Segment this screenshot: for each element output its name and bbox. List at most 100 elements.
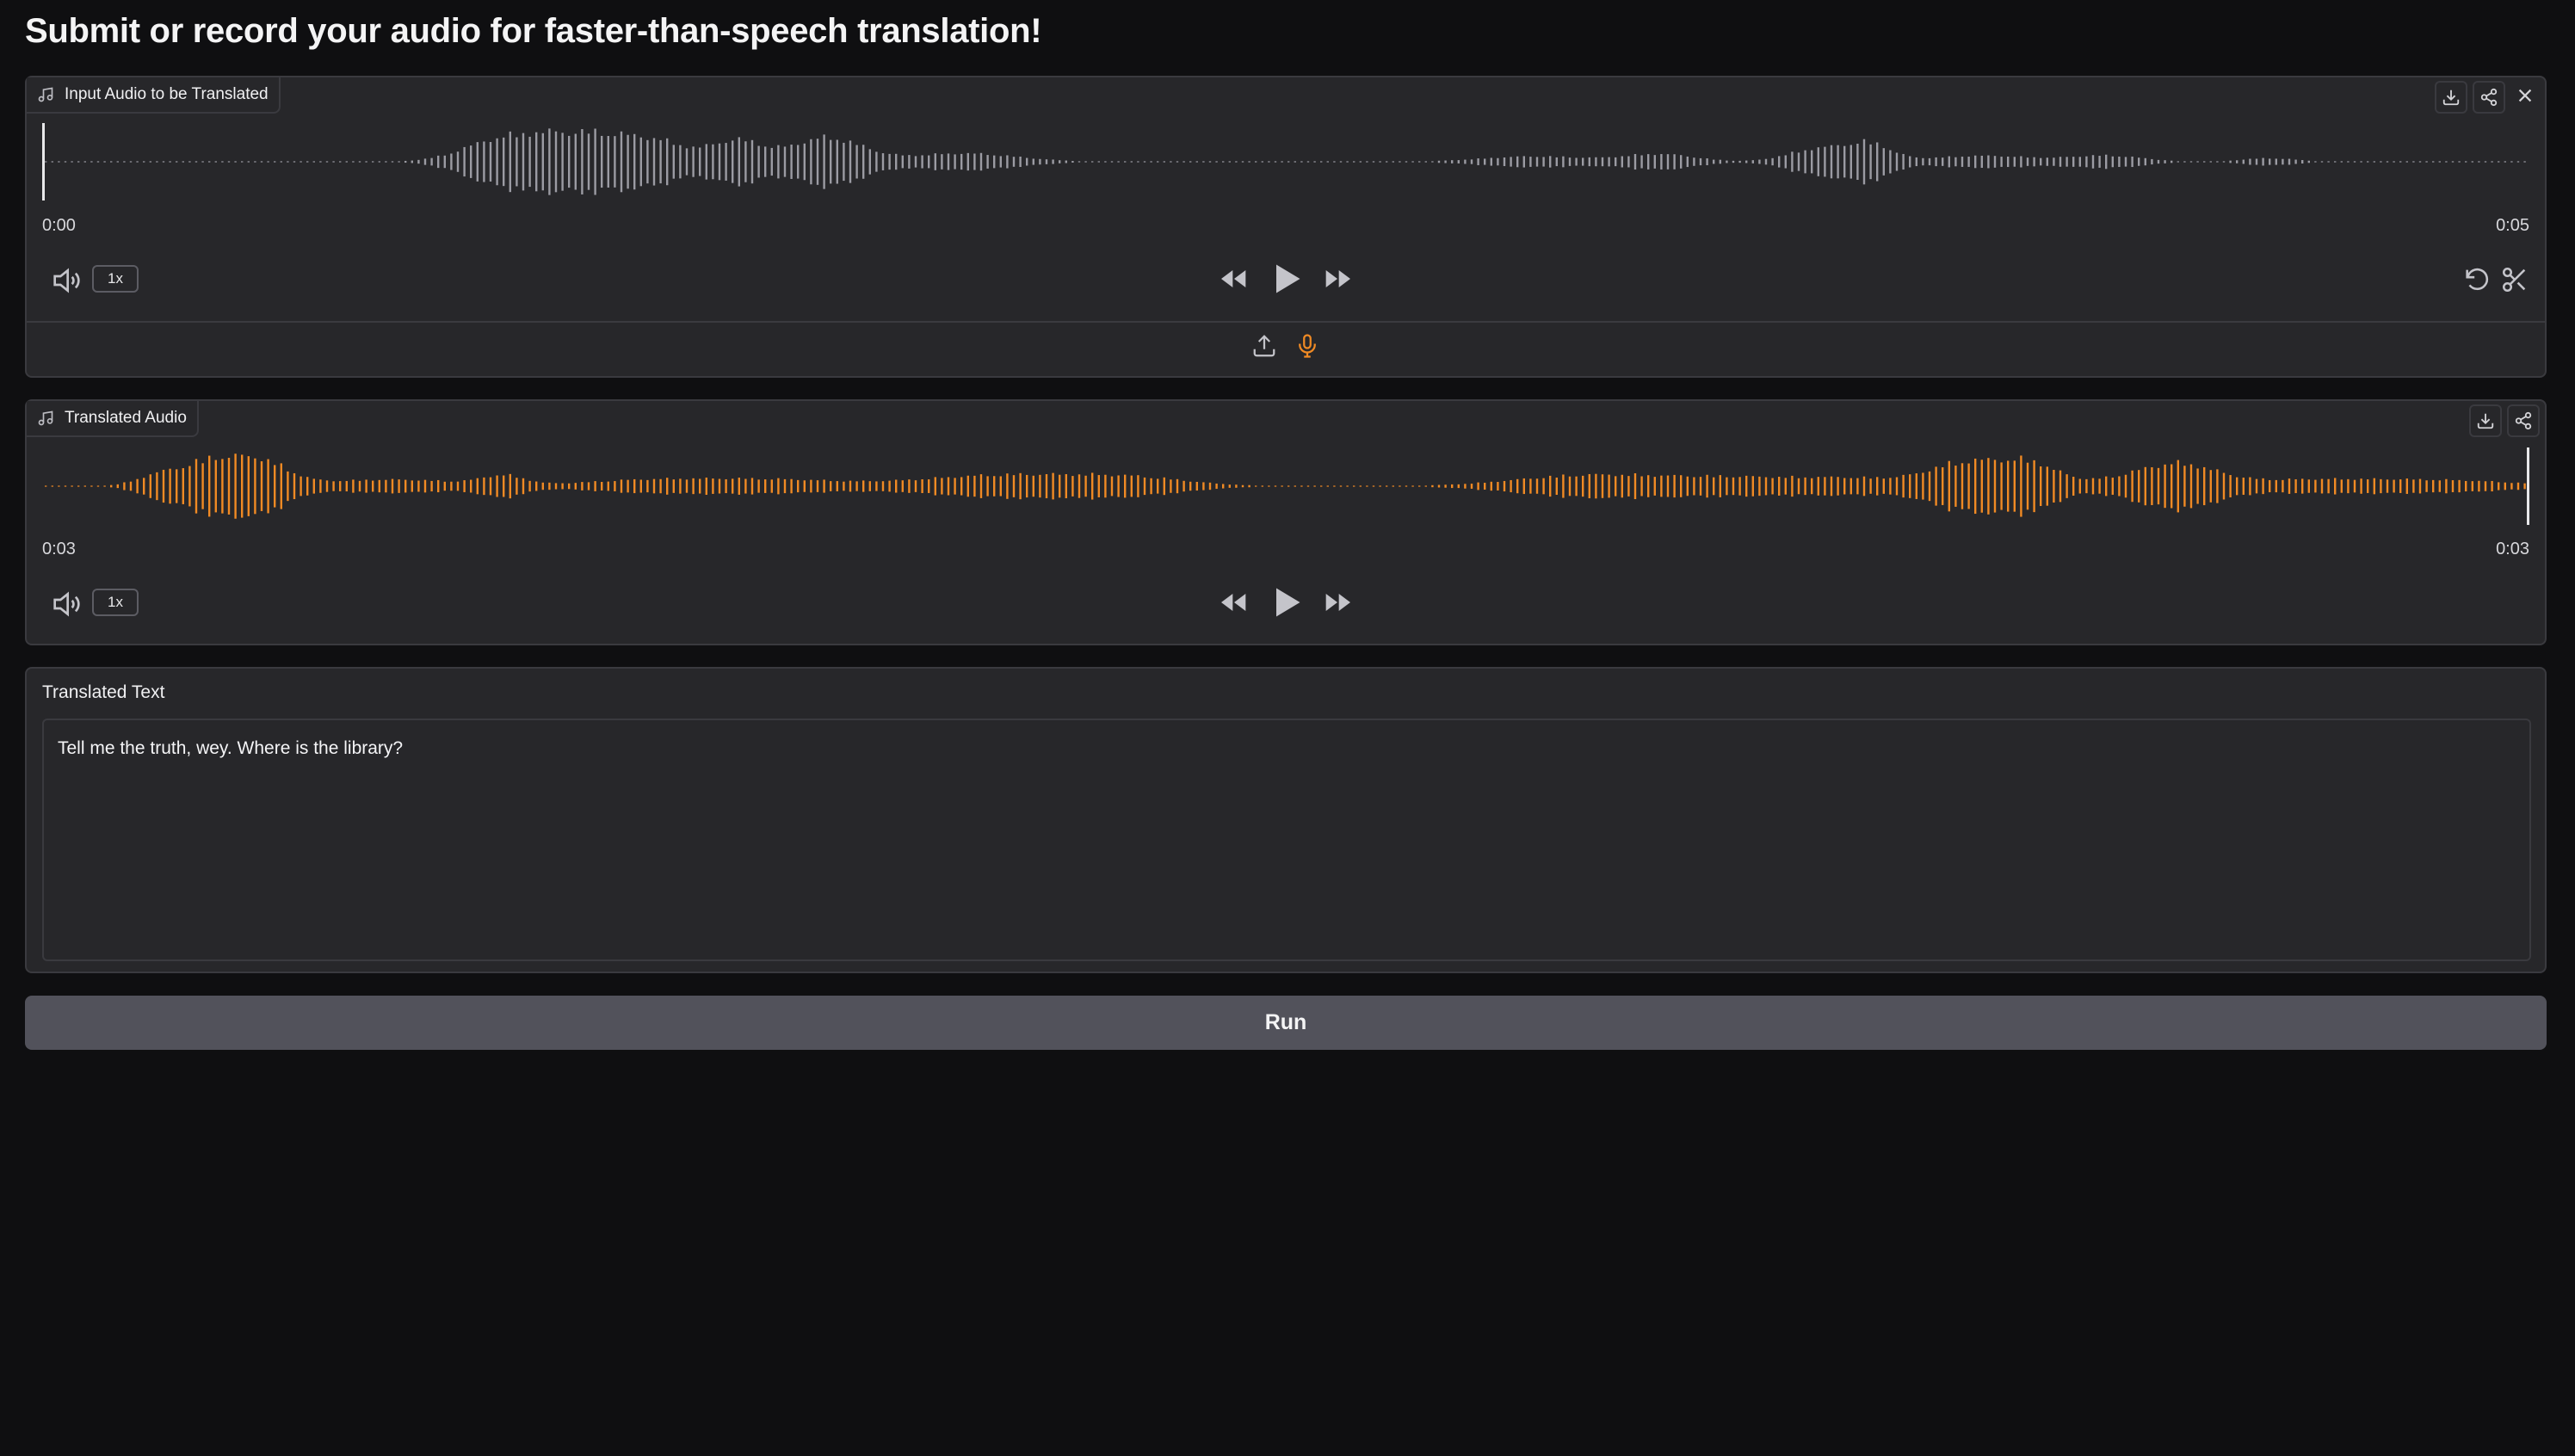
- share-button[interactable]: [2473, 81, 2505, 114]
- waveform-bar: [1653, 477, 1656, 496]
- waveform-bar: [1922, 157, 1924, 166]
- waveform-bar: [993, 155, 996, 169]
- share-button[interactable]: [2507, 404, 2540, 437]
- waveform-bar: [1306, 485, 1310, 487]
- input-audio-panel: Input Audio to be Translated 0:00 0:05 1…: [25, 76, 2547, 378]
- playback-rate-button[interactable]: 1x: [92, 265, 139, 293]
- waveform-bar: [849, 140, 852, 183]
- waveform-bar: [2353, 161, 2356, 163]
- upload-icon[interactable]: [1251, 333, 1277, 359]
- translated-waveform[interactable]: [42, 447, 2529, 525]
- waveform-bar: [1928, 157, 1931, 166]
- waveform-bar: [254, 458, 256, 515]
- waveform-bar: [2105, 476, 2108, 497]
- waveform-bar: [2203, 466, 2206, 506]
- volume-icon[interactable]: [49, 263, 83, 298]
- waveform-bar: [777, 145, 780, 179]
- waveform-bar: [247, 456, 250, 516]
- waveform-bar: [1942, 157, 1944, 166]
- waveform-bar: [463, 480, 466, 492]
- waveform-bar: [744, 478, 747, 494]
- rewind-icon[interactable]: [1217, 585, 1251, 620]
- waveform-bar: [1529, 478, 1532, 494]
- waveform-bar: [764, 146, 767, 177]
- waveform-bar: [548, 128, 551, 195]
- rewind-icon[interactable]: [1217, 262, 1251, 296]
- waveform-bar: [2320, 478, 2324, 494]
- scissors-icon[interactable]: [2500, 265, 2529, 294]
- waveform-bar: [1535, 157, 1539, 167]
- waveform-bar: [332, 161, 335, 163]
- waveform-bar: [260, 461, 263, 511]
- waveform-bar: [1195, 481, 1198, 491]
- waveform-bar: [1039, 158, 1041, 165]
- waveform-bar: [1640, 155, 1643, 169]
- waveform-bar: [966, 152, 969, 171]
- waveform-bar: [2393, 161, 2395, 163]
- waveform-bar: [1627, 476, 1630, 497]
- waveform-bar: [1411, 161, 1414, 163]
- waveform-bar: [83, 161, 86, 163]
- waveform-bar: [1784, 478, 1787, 495]
- waveform-bar: [979, 152, 983, 171]
- waveform-bar: [1320, 161, 1323, 163]
- clear-audio-button[interactable]: [2510, 81, 2540, 110]
- playhead-cursor[interactable]: [2527, 447, 2529, 525]
- play-icon[interactable]: [1267, 260, 1305, 298]
- waveform-bar: [1660, 154, 1663, 170]
- waveform-bar: [672, 479, 675, 493]
- waveform-bar: [2307, 479, 2310, 493]
- waveform-bar: [1993, 156, 1997, 168]
- fast-forward-icon[interactable]: [1320, 585, 1355, 620]
- waveform-bar: [1399, 161, 1401, 163]
- waveform-bar: [1215, 161, 1218, 163]
- waveform-bar: [319, 479, 322, 493]
- waveform-bar: [2164, 464, 2166, 509]
- volume-icon[interactable]: [49, 587, 83, 621]
- undo-icon[interactable]: [2462, 265, 2492, 294]
- input-waveform[interactable]: [42, 123, 2529, 201]
- waveform-bar: [267, 161, 269, 163]
- waveform-bar: [129, 481, 133, 491]
- waveform-bar: [489, 477, 492, 496]
- waveform-bar: [385, 479, 387, 493]
- playback-rate-button[interactable]: 1x: [92, 589, 139, 616]
- download-button[interactable]: [2469, 404, 2502, 437]
- playhead-cursor[interactable]: [42, 123, 45, 201]
- waveform-bar: [2412, 479, 2415, 493]
- waveform-bar: [908, 479, 911, 493]
- waveform-bar: [2504, 482, 2506, 490]
- waveform-bar: [182, 161, 184, 163]
- waveform-bar: [1522, 156, 1525, 168]
- waveform-bar: [1268, 161, 1270, 163]
- run-button[interactable]: Run: [25, 996, 2547, 1050]
- waveform-bar: [1942, 467, 1944, 505]
- waveform-bar: [699, 147, 701, 176]
- waveform-bar: [554, 131, 558, 193]
- waveform-bar: [221, 161, 224, 163]
- waveform-bar: [522, 133, 525, 191]
- waveform-bar: [659, 139, 662, 184]
- waveform-bar: [581, 482, 584, 490]
- download-button[interactable]: [2435, 81, 2467, 114]
- waveform-bar: [1849, 478, 1852, 495]
- waveform-bar: [607, 136, 609, 188]
- waveform-bar: [1346, 485, 1349, 487]
- microphone-icon[interactable]: [1294, 333, 1320, 359]
- translated-time-start: 0:03: [42, 540, 76, 558]
- waveform-bar: [1065, 160, 1067, 163]
- waveform-bar: [136, 478, 139, 494]
- input-time-end: 0:05: [2496, 216, 2529, 235]
- play-icon[interactable]: [1267, 583, 1305, 621]
- translated-text-output[interactable]: Tell me the truth, wey. Where is the lib…: [42, 719, 2531, 961]
- waveform-bar: [666, 478, 669, 495]
- waveform-bar: [1457, 484, 1460, 489]
- waveform-bar: [830, 481, 832, 491]
- waveform-bar: [1732, 477, 1735, 496]
- waveform-bar: [2282, 158, 2284, 165]
- fast-forward-icon[interactable]: [1320, 262, 1355, 296]
- waveform-bar: [1241, 484, 1244, 488]
- waveform-bar: [790, 478, 793, 494]
- waveform-bar: [1980, 460, 1983, 513]
- waveform-bar: [2007, 156, 2010, 168]
